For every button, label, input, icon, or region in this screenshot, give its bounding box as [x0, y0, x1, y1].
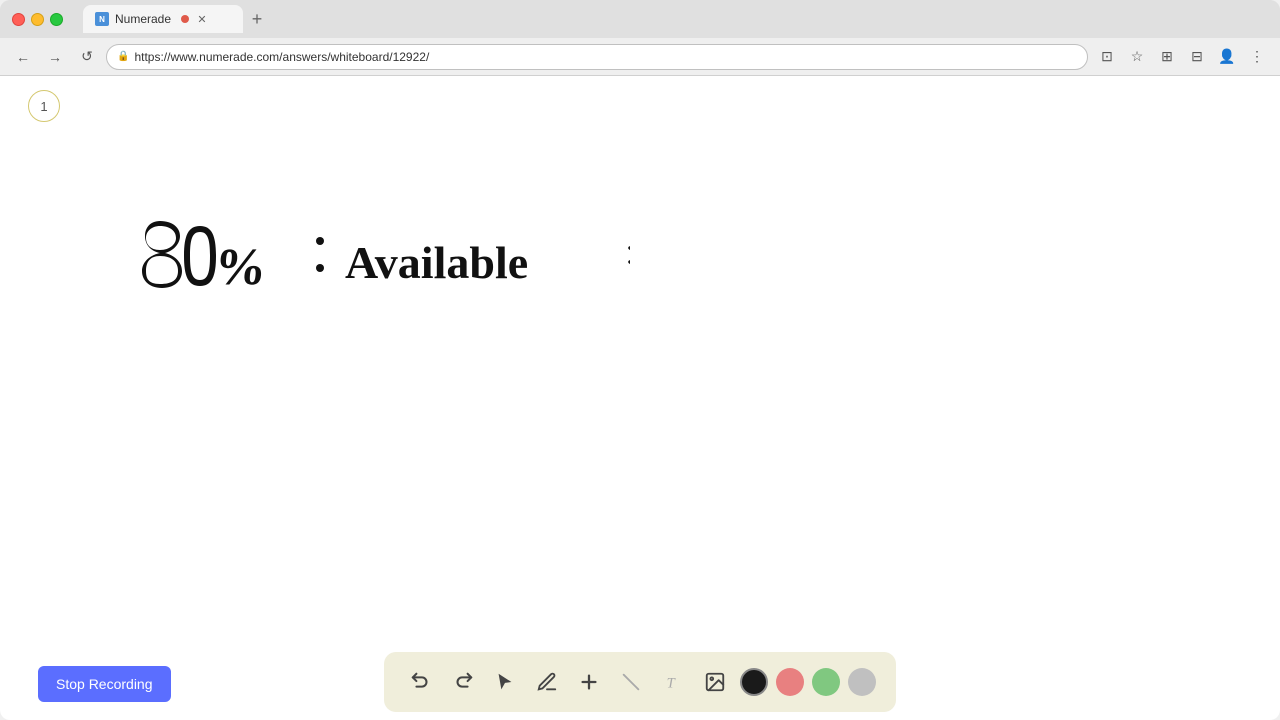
stop-recording-button[interactable]: Stop Recording	[38, 666, 171, 702]
forward-button[interactable]: →	[42, 44, 68, 70]
text-tool-button[interactable]: T	[654, 663, 692, 701]
svg-text:%: %	[212, 239, 269, 296]
grid-icon[interactable]: ⊟	[1184, 44, 1210, 70]
active-tab[interactable]: N Numerade ✕	[83, 5, 243, 33]
account-icon[interactable]: 👤	[1214, 44, 1240, 70]
tab-favicon: N	[95, 12, 109, 26]
close-button[interactable]	[12, 13, 25, 26]
title-bar: N Numerade ✕ +	[0, 0, 1280, 38]
select-tool-button[interactable]	[486, 663, 524, 701]
add-tool-button[interactable]	[570, 663, 608, 701]
color-green[interactable]	[812, 668, 840, 696]
undo-button[interactable]	[402, 663, 440, 701]
toolbar-actions: ⊡ ☆ ⊞ ⊟ 👤 ⋮	[1094, 44, 1270, 70]
drawing-toolbar: T	[384, 652, 896, 712]
traffic-lights	[12, 13, 63, 26]
pen-tool-button[interactable]	[528, 663, 566, 701]
minimize-button[interactable]	[31, 13, 44, 26]
refresh-button[interactable]: ↺	[74, 44, 100, 70]
address-bar[interactable]: 🔒 https://www.numerade.com/answers/white…	[106, 44, 1088, 70]
bottom-toolbar-area: Stop Recording	[0, 644, 1280, 720]
tab-dot	[181, 15, 189, 23]
color-gray[interactable]	[848, 668, 876, 696]
color-black[interactable]	[740, 668, 768, 696]
svg-text:T: T	[667, 676, 677, 692]
lock-icon: 🔒	[117, 51, 129, 62]
url-text: https://www.numerade.com/answers/whitebo…	[134, 50, 429, 64]
tab-bar: N Numerade ✕ +	[83, 5, 1268, 33]
color-pink[interactable]	[776, 668, 804, 696]
menu-icon[interactable]: ⋮	[1244, 44, 1270, 70]
image-tool-button[interactable]	[696, 663, 734, 701]
redo-button[interactable]	[444, 663, 482, 701]
page-number: 1	[28, 90, 60, 122]
maximize-button[interactable]	[50, 13, 63, 26]
handwritten-content: % Available +	[130, 206, 630, 306]
back-button[interactable]: ←	[10, 44, 36, 70]
eraser-tool-button[interactable]	[612, 663, 650, 701]
page-content[interactable]: 1 % Available + Stop Recording	[0, 76, 1280, 720]
bookmark-icon[interactable]: ⊡	[1094, 44, 1120, 70]
browser-toolbar: ← → ↺ 🔒 https://www.numerade.com/answers…	[0, 38, 1280, 76]
extensions-icon[interactable]: ⊞	[1154, 44, 1180, 70]
tab-close-button[interactable]: ✕	[195, 12, 209, 26]
svg-text:Available: Available	[345, 237, 528, 288]
new-tab-button[interactable]: +	[243, 5, 271, 33]
star-icon[interactable]: ☆	[1124, 44, 1150, 70]
tab-label: Numerade	[115, 12, 171, 26]
browser-window: N Numerade ✕ + ← → ↺ 🔒 https://www.numer…	[0, 0, 1280, 720]
